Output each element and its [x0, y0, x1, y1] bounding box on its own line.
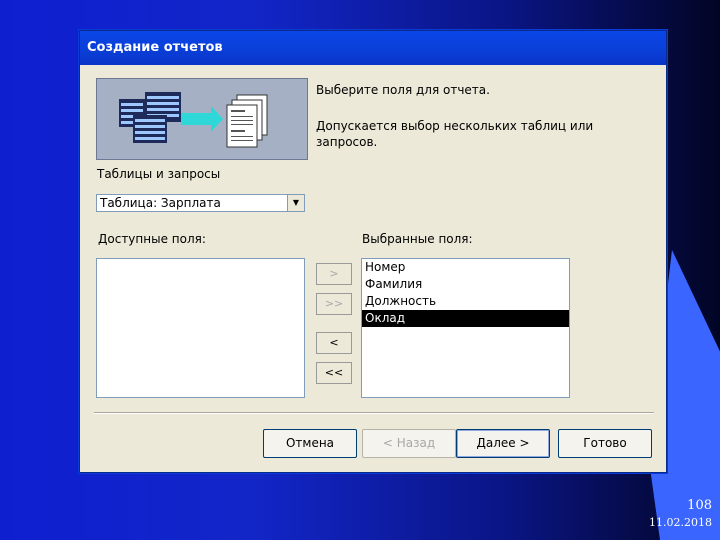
- table-select-value: Таблица: Зарплата: [100, 196, 221, 210]
- instruction-multiple-tables: Допускается выбор нескольких таблиц или …: [316, 118, 593, 150]
- tables-queries-label: Таблицы и запросы: [97, 167, 221, 181]
- add-field-button[interactable]: >: [316, 263, 352, 285]
- report-wizard-dialog: Создание отчетов Выберите поля для отчет…: [79, 30, 667, 473]
- next-button[interactable]: Далее >: [456, 429, 550, 458]
- instruction-line-2: запросов.: [316, 135, 378, 149]
- list-item[interactable]: Номер: [362, 259, 569, 276]
- available-fields-label: Доступные поля:: [98, 232, 206, 246]
- list-item[interactable]: Фамилия: [362, 276, 569, 293]
- triangle-down-icon[interactable]: ▼: [287, 195, 304, 211]
- list-item[interactable]: Должность: [362, 293, 569, 310]
- finish-button[interactable]: Готово: [558, 429, 652, 458]
- table-select[interactable]: Таблица: Зарплата ▼: [96, 194, 305, 212]
- tables-to-report-illustration: [96, 78, 308, 160]
- slide-page-number: 108: [687, 498, 712, 513]
- button-divider: [94, 412, 654, 414]
- available-fields-list[interactable]: [96, 258, 305, 398]
- list-item-selected[interactable]: Оклад: [362, 310, 569, 327]
- remove-field-button[interactable]: <: [316, 332, 352, 354]
- back-button[interactable]: < Назад: [362, 429, 456, 458]
- selected-fields-label: Выбранные поля:: [362, 232, 473, 246]
- add-all-fields-button[interactable]: >>: [316, 293, 352, 315]
- cancel-button[interactable]: Отмена: [263, 429, 357, 458]
- instruction-select-fields: Выберите поля для отчета.: [316, 83, 490, 97]
- slide-date: 11.02.2018: [649, 516, 712, 529]
- selected-fields-list[interactable]: Номер Фамилия Должность Оклад: [361, 258, 570, 398]
- dialog-title: Создание отчетов: [80, 31, 666, 65]
- remove-all-fields-button[interactable]: <<: [316, 362, 352, 384]
- instruction-line-1: Допускается выбор нескольких таблиц или: [316, 119, 594, 133]
